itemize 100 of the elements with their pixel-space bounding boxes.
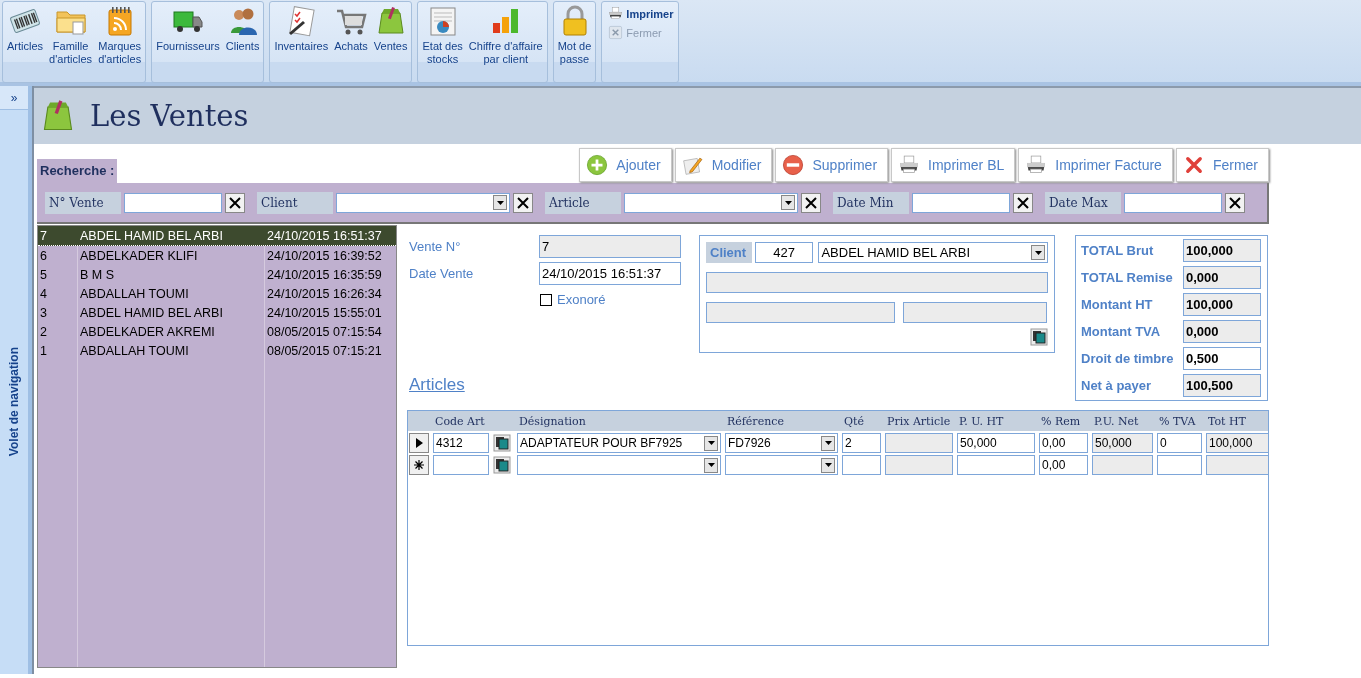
dropdown-field[interactable] [624, 192, 798, 213]
filter-label: Date Min [833, 191, 909, 214]
lookup-icon[interactable] [493, 456, 511, 474]
clear-button[interactable] [1013, 192, 1033, 213]
table-cell[interactable]: 50,000 [957, 433, 1035, 453]
ribbon-button[interactable]: Inventaires [274, 5, 329, 53]
list-row[interactable]: 1 ABDALLAH TOUMI 08/05/2015 07:15:21 [38, 341, 396, 360]
dropdown-field[interactable]: ADAPTATEUR POUR BF7925 [517, 433, 721, 453]
total-value: 100,000 [1183, 293, 1261, 316]
table-cell[interactable]: 0,00 [1039, 433, 1088, 453]
input-field[interactable] [1124, 192, 1222, 213]
ribbon-button[interactable]: Ventes [373, 5, 408, 53]
list-row[interactable]: 6 ABDELKADER KLIFI 24/10/2015 16:39:52 [38, 246, 396, 265]
row-selector[interactable] [409, 433, 429, 453]
table-cell[interactable] [957, 455, 1035, 475]
row-selector[interactable] [409, 455, 429, 475]
dropdown-button[interactable] [704, 435, 718, 451]
dropdown-field[interactable]: ABDEL HAMID BEL ARBI [818, 242, 1048, 263]
ribbon-button[interactable]: Etat des stocks [422, 5, 463, 66]
dropdown-button[interactable] [1031, 245, 1045, 260]
clear-button[interactable] [513, 192, 533, 213]
dropdown-field[interactable] [336, 192, 510, 213]
table-cell: 50,000 [1092, 433, 1153, 453]
action-button[interactable]: Modifier [674, 148, 773, 182]
table-cell[interactable]: 0 [1157, 433, 1202, 453]
caret-icon [496, 200, 504, 205]
printer-icon [608, 6, 624, 21]
filter-label: Article [545, 191, 621, 214]
input-field[interactable]: 24/10/2015 16:51:37 [539, 262, 681, 285]
total-value: 100,500 [1183, 374, 1261, 397]
expand-button[interactable]: » [0, 86, 28, 110]
dropdown-button[interactable] [704, 457, 718, 473]
dropdown-button[interactable] [821, 457, 835, 473]
table-cell[interactable] [1157, 455, 1202, 475]
total-label: TOTAL Brut [1081, 243, 1155, 258]
input-field[interactable]: 427 [754, 242, 814, 263]
table-cell[interactable]: 2 [842, 433, 881, 453]
printer-icon [1025, 154, 1048, 176]
list-row[interactable]: 2 ABDELKADER AKREMI 08/05/2015 07:15:54 [38, 322, 396, 341]
list-row[interactable]: 3 ABDEL HAMID BEL ARBI 24/10/2015 15:55:01 [38, 303, 396, 322]
field-label: Vente N° [408, 239, 462, 254]
search-label: Recherche : [37, 159, 118, 183]
input-field[interactable] [124, 192, 222, 213]
delete-icon [782, 154, 805, 176]
ribbon-button[interactable]: Articles [7, 5, 44, 53]
ribbon-button[interactable]: Imprimer [608, 6, 674, 21]
navigation-pane-title[interactable]: Volet de navigation [7, 346, 21, 456]
column-header: % Rem [1040, 414, 1082, 428]
filter-label: Client [257, 191, 333, 214]
close-icon [1016, 195, 1030, 210]
total-value: 0,000 [1183, 320, 1261, 343]
table-cell [885, 433, 953, 453]
total-value[interactable]: 0,500 [1183, 347, 1261, 370]
ribbon-button[interactable]: Clients [225, 5, 260, 53]
list-row[interactable]: 4 ABDALLAH TOUMI 24/10/2015 16:26:34 [38, 284, 396, 303]
new-row-icon [414, 460, 424, 470]
action-button[interactable]: Imprimer Facture [1018, 148, 1173, 182]
ribbon-button[interactable]: Mot de passe [557, 5, 592, 66]
caret-icon [1034, 250, 1042, 255]
caret-icon [707, 441, 715, 445]
dropdown-button[interactable] [781, 195, 795, 210]
action-button[interactable]: Supprimer [775, 148, 889, 182]
table-cell [1092, 455, 1153, 475]
table-cell[interactable] [433, 455, 489, 475]
form-title: Les Ventes [90, 99, 249, 133]
clear-button[interactable] [801, 192, 821, 213]
column-header: Code Art [434, 414, 486, 428]
caret-icon [707, 463, 715, 467]
total-value: 0,000 [1183, 266, 1261, 289]
dropdown-field[interactable]: FD7926 [725, 433, 838, 453]
table-cell[interactable] [842, 455, 881, 475]
table-cell: 100,000 [1206, 433, 1269, 453]
table-cell[interactable]: 4312 [433, 433, 489, 453]
total-label: TOTAL Remise [1081, 270, 1174, 285]
ribbon-button[interactable]: Fournisseurs [156, 5, 220, 53]
ribbon-button[interactable]: Chiffre d'affaire par client [468, 5, 543, 66]
action-button[interactable]: Ajouter [579, 148, 672, 182]
action-button[interactable]: Imprimer BL [891, 148, 1016, 182]
total-label: Droit de timbre [1081, 351, 1175, 366]
clear-button[interactable] [1225, 192, 1245, 213]
field-label: Date Vente [408, 266, 475, 281]
list-row[interactable]: 5 B M S 24/10/2015 16:35:59 [38, 265, 396, 284]
lookup-icon[interactable] [1030, 328, 1048, 346]
ribbon-button[interactable]: Marques d'articles [98, 5, 142, 66]
column-header: P.U. Net [1093, 414, 1140, 428]
action-button[interactable]: Fermer [1175, 148, 1269, 182]
dropdown-button[interactable] [493, 195, 507, 210]
table-cell[interactable]: 0,00 [1039, 455, 1088, 475]
list-row[interactable]: 7 ABDEL HAMID BEL ARBI 24/10/2015 16:51:37 [38, 226, 396, 246]
ribbon-button[interactable]: Famille d'articles [49, 5, 93, 66]
checkbox[interactable] [540, 293, 552, 306]
ribbon-button[interactable]: Achats [334, 5, 368, 53]
current-row-icon [415, 438, 423, 448]
dropdown-field[interactable] [725, 455, 838, 475]
dropdown-button[interactable] [821, 435, 835, 451]
input-field[interactable] [912, 192, 1010, 213]
dropdown-field[interactable] [517, 455, 721, 475]
lookup-icon[interactable] [493, 434, 511, 452]
clear-button[interactable] [225, 192, 245, 213]
close-icon [1228, 195, 1242, 210]
